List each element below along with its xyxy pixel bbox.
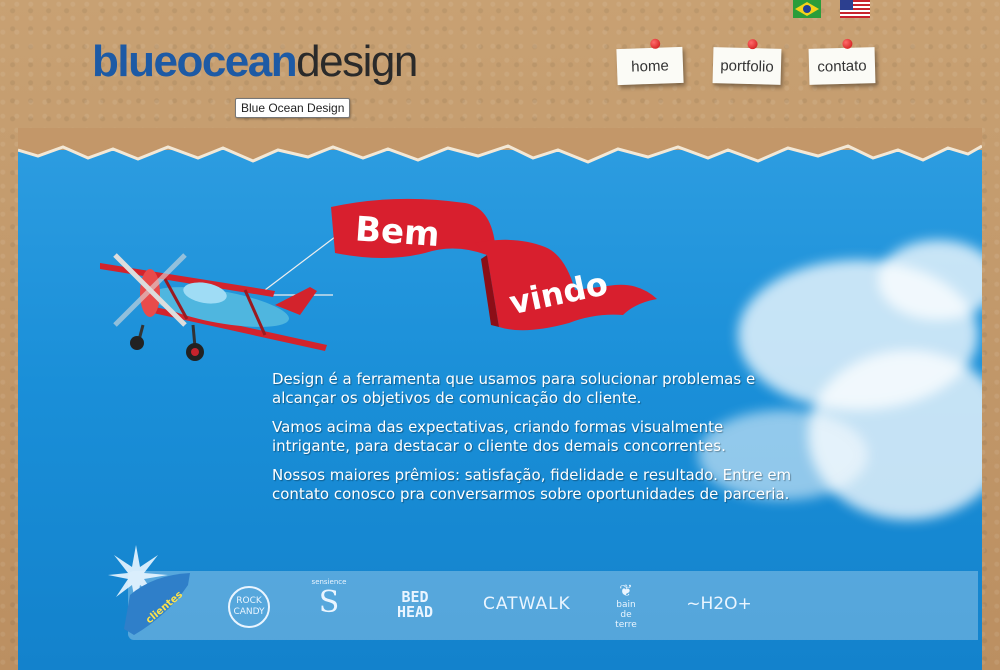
client-logo-text: ~H2O+ [686, 594, 752, 614]
client-logo-text: S [318, 585, 340, 620]
usa-flag-icon[interactable] [840, 0, 870, 18]
nav-home-label: home [630, 56, 670, 76]
logo-tooltip: Blue Ocean Design [235, 98, 351, 118]
client-logo-text: CATWALK [483, 594, 571, 614]
leaf-icon: ❦ [619, 581, 633, 600]
nav-contato-label: contato [817, 56, 867, 76]
client-logo-text: bain [616, 600, 636, 610]
airplane-banner-illustration: Bem vindo [100, 198, 657, 361]
logo-text-blueocean: blueocean [92, 37, 298, 86]
logo-text-design: design [296, 37, 418, 86]
intro-paragraph: Nossos maiores prêmios: satisfação, fide… [272, 466, 792, 503]
client-logo-text: terre [615, 620, 637, 630]
clients-tag: clientes [108, 545, 190, 635]
client-logo-sensience[interactable]: sensience S [307, 578, 351, 620]
banner-text-bem: Bem [354, 209, 441, 255]
client-logo-text: HEAD [396, 603, 434, 621]
client-logo-h2o-plus[interactable]: ~H2O+ [684, 594, 754, 614]
client-logo-bain-de-terre[interactable]: ❦ bain de terre [604, 581, 648, 631]
welcome-text: Design é a ferramenta que usamos para so… [272, 370, 792, 514]
nav-portfolio-label: portfolio [720, 56, 774, 76]
pushpin-icon [650, 38, 661, 49]
pushpin-icon [747, 39, 758, 50]
brazil-flag-icon[interactable] [793, 0, 821, 18]
client-logo-rock-candy[interactable]: ROCK CANDY [228, 586, 270, 628]
client-logo-text: ROCK [236, 596, 262, 606]
nav-contato-button[interactable]: contato [808, 38, 876, 85]
client-logo-bed-head[interactable]: BED HEAD [390, 590, 440, 620]
intro-paragraph: Design é a ferramenta que usamos para so… [272, 370, 756, 407]
client-logo-text: de [620, 610, 632, 620]
pushpin-icon [842, 38, 853, 49]
biplane-icon [100, 253, 327, 361]
client-logo-catwalk[interactable]: CATWALK [483, 594, 571, 614]
site-logo[interactable]: blueoceandesign [92, 37, 418, 86]
nav-portfolio-button[interactable]: portfolio [712, 39, 782, 85]
intro-paragraph: Vamos acima das expectativas, criando fo… [272, 418, 726, 455]
welcome-ribbon: Bem vindo [331, 198, 657, 331]
nav-home-button[interactable]: home [616, 38, 684, 86]
torn-paper-edge [18, 128, 982, 164]
client-logo-text: CANDY [233, 607, 265, 617]
